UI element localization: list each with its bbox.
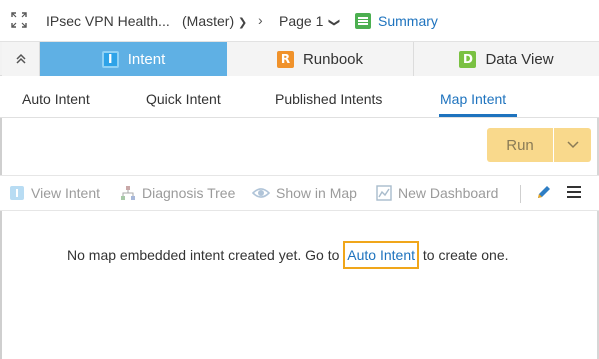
active-subtab-indicator	[439, 114, 517, 117]
run-dropdown-button[interactable]	[554, 128, 591, 162]
run-button[interactable]: Run	[487, 128, 553, 162]
chevron-right-icon: ›	[258, 12, 263, 28]
show-in-map-button[interactable]: Show in Map	[252, 185, 357, 201]
eye-icon	[252, 188, 270, 198]
tab-label: Runbook	[302, 50, 364, 68]
subtab-auto-intent[interactable]: Auto Intent	[22, 91, 90, 107]
show-in-map-label: Show in Map	[276, 185, 357, 201]
tab-intent[interactable]: I Intent	[40, 42, 227, 76]
chevron-down-icon: ❯	[238, 17, 248, 29]
empty-state-message: No map embedded intent created yet. Go t…	[0, 241, 599, 269]
tab-label: Data View	[485, 50, 554, 68]
view-intent-button[interactable]: View Intent	[9, 185, 100, 201]
tab-label: Intent	[127, 50, 166, 68]
new-dashboard-button[interactable]: New Dashboard	[376, 185, 498, 201]
menu-icon[interactable]	[567, 186, 581, 198]
collapse-button[interactable]	[2, 42, 40, 76]
subtab-quick-intent[interactable]: Quick Intent	[146, 91, 221, 107]
branch-label: (Master)	[182, 13, 235, 29]
tab-data-view[interactable]: D Data View	[414, 42, 599, 76]
branch-selector[interactable]: (Master) ❯	[182, 13, 247, 29]
runbook-icon: R	[276, 50, 294, 68]
auto-intent-link[interactable]: Auto Intent	[343, 241, 419, 269]
chevron-down-icon	[566, 141, 579, 149]
intent-icon	[10, 186, 24, 200]
tab-runbook[interactable]: R Runbook	[227, 42, 414, 76]
new-dashboard-label: New Dashboard	[398, 185, 499, 201]
intent-icon: I	[101, 50, 119, 68]
toolbar-divider	[520, 185, 521, 203]
diagnosis-tree-label: Diagnosis Tree	[142, 185, 236, 201]
subtab-published-intents[interactable]: Published Intents	[275, 91, 382, 107]
double-chevron-up-icon	[15, 53, 26, 64]
view-intent-label: View Intent	[31, 185, 101, 201]
empty-message-suffix: to create one.	[419, 247, 509, 263]
intent-toolbar: View Intent Diagnosis Tree Show in Map N…	[0, 175, 599, 211]
data-view-icon: D	[459, 50, 477, 68]
expand-icon[interactable]	[11, 12, 27, 28]
summary-link[interactable]: Summary	[378, 13, 438, 29]
breadcrumb: IPsec VPN Health... (Master) ❯ › Page 1 …	[0, 0, 599, 42]
breadcrumb-title[interactable]: IPsec VPN Health...	[46, 13, 170, 29]
page-label: Page 1	[279, 13, 324, 29]
diagnosis-tree-button[interactable]: Diagnosis Tree	[120, 185, 235, 201]
subtab-map-intent[interactable]: Map Intent	[440, 91, 506, 107]
intent-subtabs: Auto Intent Quick Intent Published Inten…	[0, 76, 599, 118]
empty-message-text: No map embedded intent created yet. Go t…	[67, 247, 344, 263]
chevron-down-icon: ❯	[328, 17, 341, 28]
main-tabs: I Intent R Runbook D Data View	[0, 42, 599, 76]
pencil-icon[interactable]	[536, 184, 552, 200]
tree-icon	[121, 186, 135, 200]
page-selector[interactable]: Page 1 ❯	[279, 13, 341, 29]
summary-icon	[355, 13, 371, 29]
dashboard-icon	[376, 185, 392, 201]
